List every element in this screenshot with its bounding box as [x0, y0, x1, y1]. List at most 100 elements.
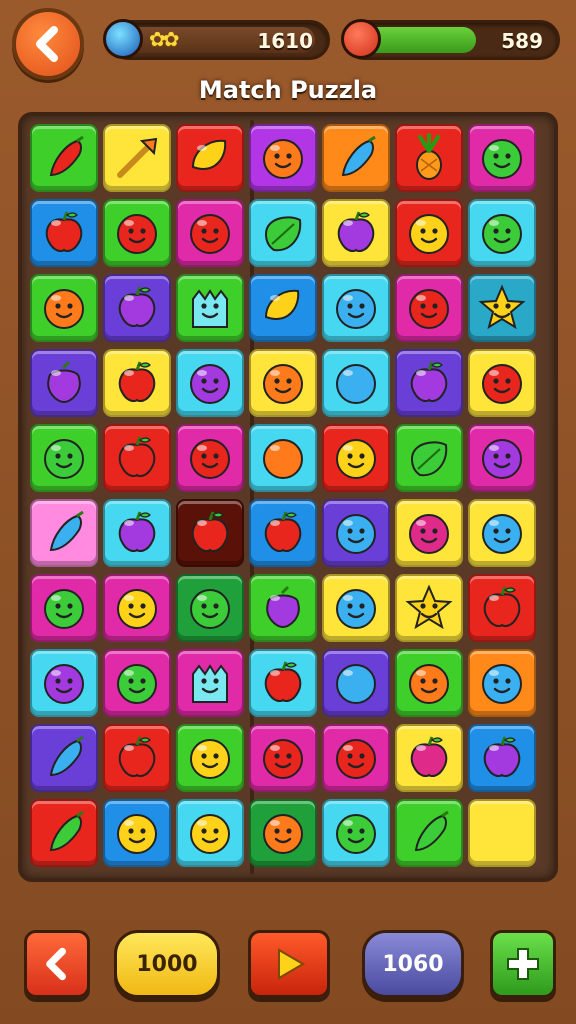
- magenta-face-icon: [404, 508, 454, 558]
- board-tile[interactable]: [30, 724, 98, 792]
- board-tile[interactable]: [30, 649, 98, 717]
- board-tile[interactable]: [468, 724, 536, 792]
- back-button[interactable]: [12, 8, 84, 80]
- board-tile[interactable]: [103, 799, 171, 867]
- board-tile[interactable]: [176, 424, 244, 492]
- board-tile[interactable]: [395, 649, 463, 717]
- board-tile[interactable]: [30, 124, 98, 192]
- board-tile[interactable]: [468, 424, 536, 492]
- board-tile[interactable]: [103, 424, 171, 492]
- board-tile[interactable]: [395, 499, 463, 567]
- board-tile[interactable]: [249, 724, 317, 792]
- tile-grid: [30, 124, 536, 867]
- board-tile[interactable]: [30, 274, 98, 342]
- red-face-icon: [404, 283, 454, 333]
- red-apple-icon: [477, 583, 527, 633]
- board-tile[interactable]: [468, 649, 536, 717]
- back-bottom-button[interactable]: [24, 930, 90, 998]
- board-tile[interactable]: [103, 574, 171, 642]
- board-tile[interactable]: [176, 499, 244, 567]
- purple-berry-icon: [112, 508, 162, 558]
- red-apple-icon: [112, 733, 162, 783]
- board-tile[interactable]: [249, 424, 317, 492]
- board-tile[interactable]: [103, 349, 171, 417]
- board-tile[interactable]: [395, 124, 463, 192]
- moves-button[interactable]: 1060: [362, 930, 464, 998]
- board-tile[interactable]: [249, 574, 317, 642]
- board-tile[interactable]: [249, 349, 317, 417]
- purple-face-icon: [477, 433, 527, 483]
- board-tile[interactable]: [468, 274, 536, 342]
- board-tile[interactable]: [176, 349, 244, 417]
- board-tile[interactable]: [468, 799, 536, 867]
- board-tile[interactable]: [249, 499, 317, 567]
- board-tile[interactable]: [103, 649, 171, 717]
- board-tile[interactable]: [322, 724, 390, 792]
- board-tile[interactable]: [30, 199, 98, 267]
- board-tile[interactable]: [103, 124, 171, 192]
- red-face-icon: [331, 733, 381, 783]
- board-tile[interactable]: [395, 424, 463, 492]
- orange-ball-icon: [258, 433, 308, 483]
- board-tile[interactable]: [176, 274, 244, 342]
- globe-icon: [103, 19, 143, 59]
- red-apple-icon: [112, 358, 162, 408]
- board-tile[interactable]: [322, 124, 390, 192]
- board-tile[interactable]: [322, 499, 390, 567]
- board-tile[interactable]: [249, 124, 317, 192]
- board-tile[interactable]: [103, 499, 171, 567]
- orange-face-icon: [404, 658, 454, 708]
- board-tile[interactable]: [395, 274, 463, 342]
- board-tile[interactable]: [322, 574, 390, 642]
- board-tile[interactable]: [322, 199, 390, 267]
- orange-face-icon: [39, 283, 89, 333]
- board-tile[interactable]: [322, 649, 390, 717]
- blue-pepper-icon: [39, 508, 89, 558]
- board-tile[interactable]: [395, 799, 463, 867]
- board-tile[interactable]: [103, 724, 171, 792]
- board-tile[interactable]: [249, 649, 317, 717]
- board-tile[interactable]: [30, 349, 98, 417]
- board-tile[interactable]: [395, 724, 463, 792]
- board-tile[interactable]: [468, 349, 536, 417]
- board-tile[interactable]: [249, 274, 317, 342]
- blue-pepper-icon: [331, 133, 381, 183]
- chevron-left-icon: [36, 26, 58, 62]
- board-tile[interactable]: [249, 199, 317, 267]
- board-tile[interactable]: [176, 799, 244, 867]
- board-tile[interactable]: [30, 499, 98, 567]
- magenta-berry-icon: [404, 733, 454, 783]
- blue-ball-icon: [331, 358, 381, 408]
- board-tile[interactable]: [176, 649, 244, 717]
- yellow-face-icon: [185, 808, 235, 858]
- red-face-icon: [477, 358, 527, 408]
- score-value: 1610: [257, 29, 313, 53]
- board-tile[interactable]: [176, 124, 244, 192]
- board-tile[interactable]: [468, 574, 536, 642]
- board-tile[interactable]: [322, 424, 390, 492]
- board-tile[interactable]: [103, 199, 171, 267]
- board-tile[interactable]: [30, 574, 98, 642]
- yellow-face-icon: [404, 208, 454, 258]
- board-tile[interactable]: [395, 199, 463, 267]
- coins-button[interactable]: 1000: [114, 930, 220, 998]
- board-tile[interactable]: [176, 574, 244, 642]
- board-tile[interactable]: [176, 199, 244, 267]
- board-tile[interactable]: [30, 799, 98, 867]
- board-tile[interactable]: [395, 349, 463, 417]
- board-tile[interactable]: [30, 424, 98, 492]
- board-tile[interactable]: [322, 349, 390, 417]
- board-tile[interactable]: [468, 199, 536, 267]
- board-tile[interactable]: [103, 274, 171, 342]
- board-tile[interactable]: [176, 724, 244, 792]
- board-tile[interactable]: [322, 274, 390, 342]
- board-tile[interactable]: [468, 499, 536, 567]
- board-tile[interactable]: [468, 124, 536, 192]
- red-face-icon: [112, 208, 162, 258]
- board-tile[interactable]: [249, 799, 317, 867]
- play-button[interactable]: [248, 930, 330, 998]
- board-tile[interactable]: [322, 799, 390, 867]
- board-tile[interactable]: [395, 574, 463, 642]
- add-button[interactable]: [490, 930, 556, 998]
- game-board: [18, 112, 558, 882]
